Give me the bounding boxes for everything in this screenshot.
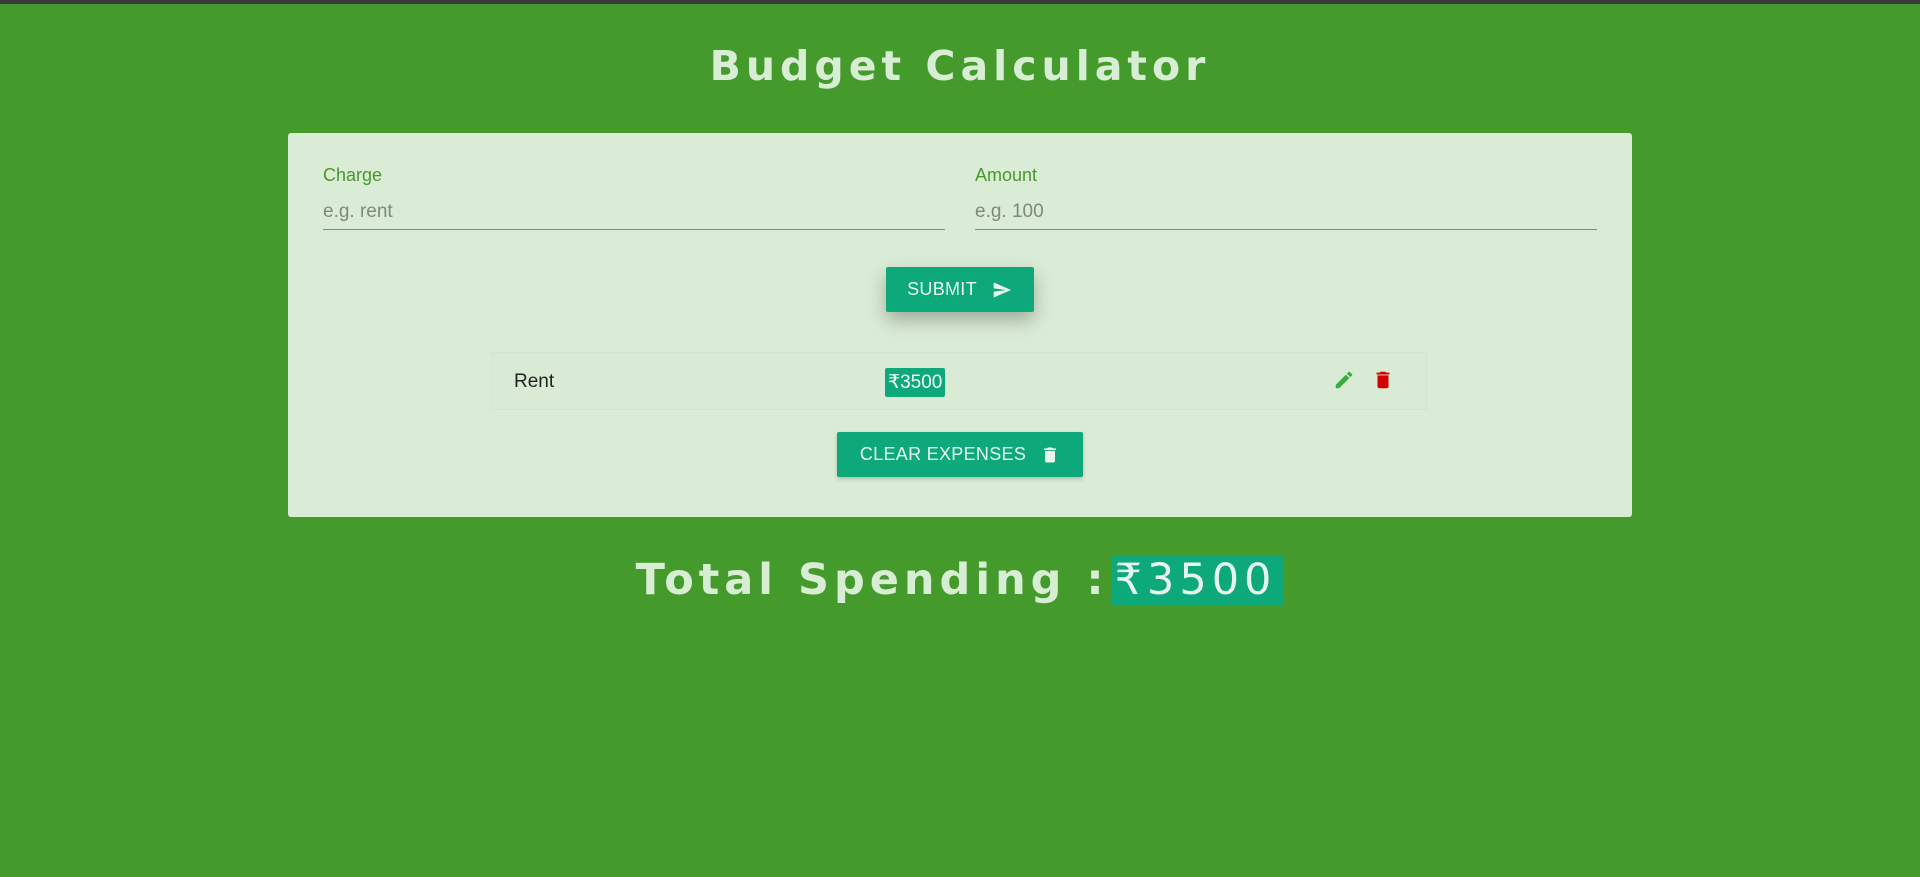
clear-expenses-label: CLEAR EXPENSES: [859, 444, 1027, 464]
submit-button-label: SUBMIT: [907, 279, 977, 299]
charge-label: Charge: [323, 165, 383, 185]
trash-icon: [1372, 368, 1394, 395]
amount-label: Amount: [975, 165, 1038, 185]
expense-amount-badge: ₹3500: [885, 368, 946, 397]
amount-field: Amount: [975, 151, 1597, 231]
clear-expenses-button[interactable]: CLEAR EXPENSES: [837, 432, 1083, 477]
delete-button[interactable]: [1370, 368, 1396, 394]
budget-card: Charge Amount SUBMIT Rent ₹3500: [288, 133, 1632, 517]
trash-icon: [1040, 444, 1060, 466]
charge-field: Charge: [323, 151, 945, 231]
expense-item: Rent ₹3500: [491, 352, 1427, 410]
amount-input[interactable]: [975, 195, 1597, 230]
window-top-bar: [0, 0, 1920, 4]
total-spending: Total Spending : ₹3500: [0, 555, 1920, 606]
total-spending-amount: ₹3500: [1110, 555, 1285, 606]
submit-button[interactable]: SUBMIT: [886, 267, 1034, 312]
expense-list: Rent ₹3500: [491, 352, 1427, 410]
pencil-icon: [1333, 369, 1355, 394]
charge-input[interactable]: [323, 195, 945, 230]
page-title: Budget Calculator: [709, 42, 1211, 90]
edit-button[interactable]: [1331, 368, 1357, 394]
expense-charge: Rent: [514, 371, 555, 392]
send-icon: [991, 280, 1013, 300]
total-spending-label: Total Spending :: [635, 555, 1109, 605]
